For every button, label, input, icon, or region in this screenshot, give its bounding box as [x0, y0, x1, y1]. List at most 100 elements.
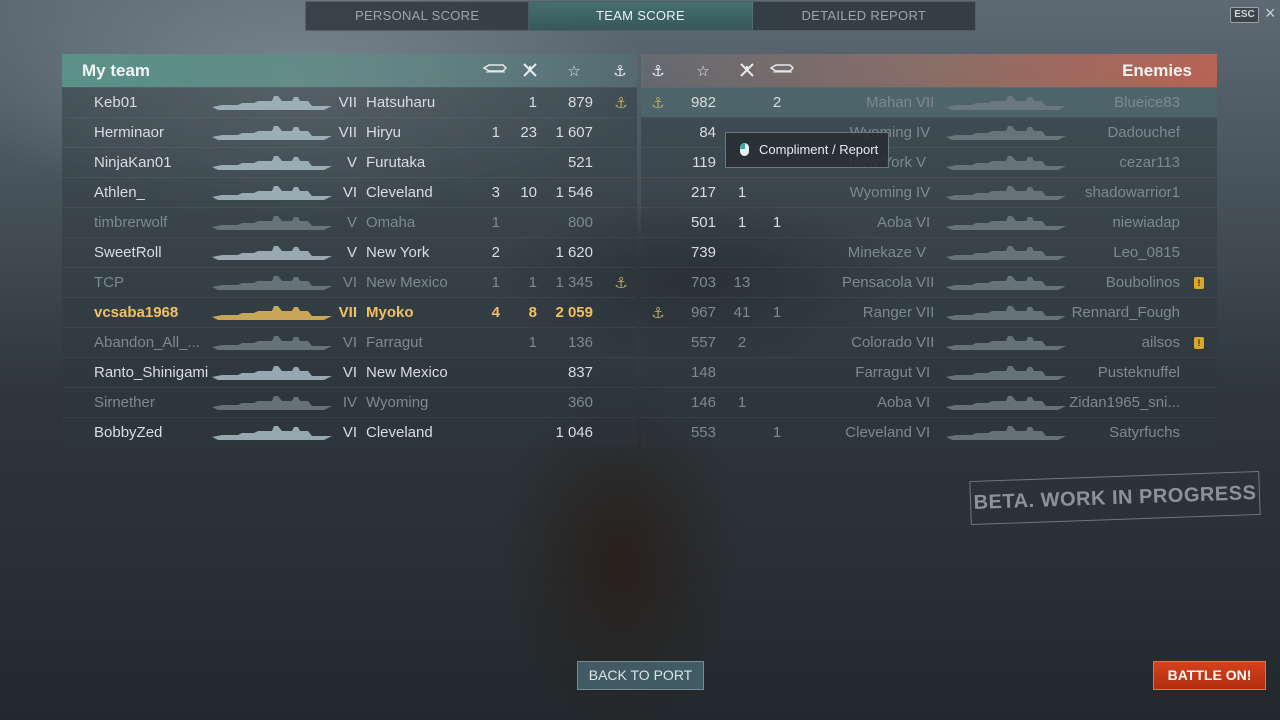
base-xp: 360: [567, 394, 593, 411]
player-name: NinjaKan01: [94, 154, 172, 171]
ship-tier: IV: [916, 184, 931, 201]
enemy-row[interactable]: 146 1 Aoba VI Zidan1965_sni...: [641, 387, 1217, 417]
ship-silhouette-icon: [946, 186, 1066, 200]
team-row[interactable]: vcsaba1968 VII Myoko 4 8 2 059: [62, 297, 637, 327]
team-row[interactable]: SweetRoll V New York 2 1 620: [62, 237, 637, 267]
enemy-row[interactable]: ⚓ 982 2 Mahan VII Blueice83: [641, 87, 1217, 117]
ship-name: Farragut: [366, 334, 423, 351]
base-xp: 1 345: [555, 274, 593, 291]
ships-destroyed: 1: [491, 214, 500, 231]
player-name: Ranto_Shinigami: [94, 364, 209, 381]
anchor-icon: ⚓: [614, 95, 628, 112]
ship-silhouette-icon: [946, 96, 1066, 110]
team-row[interactable]: Sirnether IV Wyoming 360: [62, 387, 637, 417]
base-xp: 553: [690, 424, 716, 441]
ship-tier: VII: [338, 124, 357, 141]
anchor-icon: ⚓: [651, 305, 665, 322]
base-xp: 1 046: [555, 424, 593, 441]
enemy-row[interactable]: 553 1 Cleveland VI Satyrfuchs: [641, 417, 1217, 447]
beta-watermark: BETA. WORK IN PROGRESS: [969, 470, 1261, 526]
player-name: TCP: [94, 274, 124, 291]
ships-destroyed: 1: [491, 274, 500, 291]
xp-star-icon: ☆: [696, 63, 710, 80]
enemy-row[interactable]: 739 Minekaze V Leo_0815: [641, 237, 1217, 267]
ships-destroyed: 1: [772, 424, 782, 441]
ship-tier: VI: [916, 214, 931, 231]
tab-team-score[interactable]: TEAM SCORE: [529, 2, 753, 30]
ship-image: [212, 335, 332, 355]
team-row[interactable]: NinjaKan01 V Furutaka 521: [62, 147, 637, 177]
base-xp: 1 546: [555, 184, 593, 201]
ship-name: New Mexico: [366, 364, 448, 381]
ship-name: Hiryu: [366, 124, 402, 141]
medal-icon: !: [1194, 337, 1204, 349]
base-xp: 136: [567, 334, 593, 351]
ship-image: [946, 215, 1066, 235]
ship-tier: VI: [342, 184, 357, 201]
team-row[interactable]: timbrerwolf V Omaha 1 800: [62, 207, 637, 237]
ship-image: [946, 245, 1066, 265]
tab-detailed-report[interactable]: DETAILED REPORT: [753, 2, 975, 30]
planes-destroyed: 1: [528, 94, 537, 111]
my-team-title: My team: [82, 61, 151, 80]
ship-name: Omaha: [366, 214, 416, 231]
ship-tier: VII: [916, 334, 935, 351]
base-xp: 84: [699, 124, 716, 141]
base-xp: 879: [567, 94, 593, 111]
team-row[interactable]: Abandon_All_... VI Farragut 1 136: [62, 327, 637, 357]
enemy-row[interactable]: 148 Farragut VI Pusteknuffel: [641, 357, 1217, 387]
medal-icon: !: [1194, 277, 1204, 289]
ship-tier: VI: [342, 424, 357, 441]
ship-silhouette-icon: [212, 336, 332, 350]
ship-silhouette-icon: [212, 276, 332, 290]
ship-silhouette-icon: [946, 216, 1066, 230]
ship-image: [946, 335, 1066, 355]
back-to-port-button[interactable]: BACK TO PORT: [577, 661, 704, 690]
ship-tier: VII: [338, 94, 357, 111]
close-icon[interactable]: ×: [1265, 4, 1276, 22]
tab-personal-score[interactable]: PERSONAL SCORE: [306, 2, 530, 30]
enemies-panel: ⚓ ☆ Enemies ⚓9822MahanVIIBlueice8384Wyom…: [641, 54, 1217, 447]
ship-image: [946, 275, 1066, 295]
my-team-header: My team ☆ ⚓: [62, 54, 637, 87]
base-xp: 982: [690, 94, 716, 111]
player-name: Leo_0815: [1113, 244, 1180, 261]
enemy-row[interactable]: 217 1 Wyoming IV shadowarrior1: [641, 177, 1217, 207]
ship-image: [212, 365, 332, 385]
team-row[interactable]: BobbyZed VI Cleveland 1 046: [62, 417, 637, 447]
base-xp: 967: [690, 304, 716, 321]
base-xp: 557: [690, 334, 716, 351]
enemy-row[interactable]: 557 2 Colorado VII ailsos!: [641, 327, 1217, 357]
team-row[interactable]: Keb01 VII Hatsuharu 1 879 ⚓: [62, 87, 637, 117]
player-name: SweetRoll: [94, 244, 162, 261]
base-xp: 703: [690, 274, 716, 291]
ship-silhouette-icon: [212, 306, 332, 320]
team-row[interactable]: Athlen_ VI Cleveland 3 10 1 546: [62, 177, 637, 207]
ship-silhouette-icon: [212, 156, 332, 170]
ship-silhouette-icon: [212, 186, 332, 200]
esc-key-hint[interactable]: ESC: [1230, 7, 1259, 23]
enemy-row[interactable]: 703 13 Pensacola VII Boubolinos!: [641, 267, 1217, 297]
ship-image: [212, 275, 332, 295]
player-name: Keb01: [94, 94, 138, 111]
ship-name: Colorado: [851, 334, 912, 351]
ship-image: [212, 125, 332, 145]
enemy-row[interactable]: 501 1 1 Aoba VI niewiadap: [641, 207, 1217, 237]
team-row[interactable]: Herminaor VII Hiryu 1 23 1 607: [62, 117, 637, 147]
enemy-row[interactable]: ⚓ 967 41 1 Ranger VII Rennard_Fough: [641, 297, 1217, 327]
player-name: timbrerwolf: [94, 214, 168, 231]
ship-silhouette-icon: [212, 366, 332, 380]
battle-on-button[interactable]: BATTLE ON!: [1153, 661, 1266, 690]
ship-name: Wyoming: [366, 394, 429, 411]
ship-tier: V: [346, 244, 357, 261]
ship-name: Ranger: [862, 304, 912, 321]
ship-tier: VII: [338, 304, 357, 321]
ship-silhouette-icon: [946, 336, 1066, 350]
ships-destroyed: 2: [491, 244, 500, 261]
planes-destroyed: 41: [733, 304, 751, 321]
team-row[interactable]: TCP VI New Mexico 1 1 1 345 ⚓: [62, 267, 637, 297]
team-row[interactable]: Ranto_Shinigami VI New Mexico 837: [62, 357, 637, 387]
ship-name: Pensacola: [841, 274, 912, 291]
ship-tier: VII: [916, 274, 935, 291]
player-name: Satyrfuchs: [1109, 424, 1180, 441]
